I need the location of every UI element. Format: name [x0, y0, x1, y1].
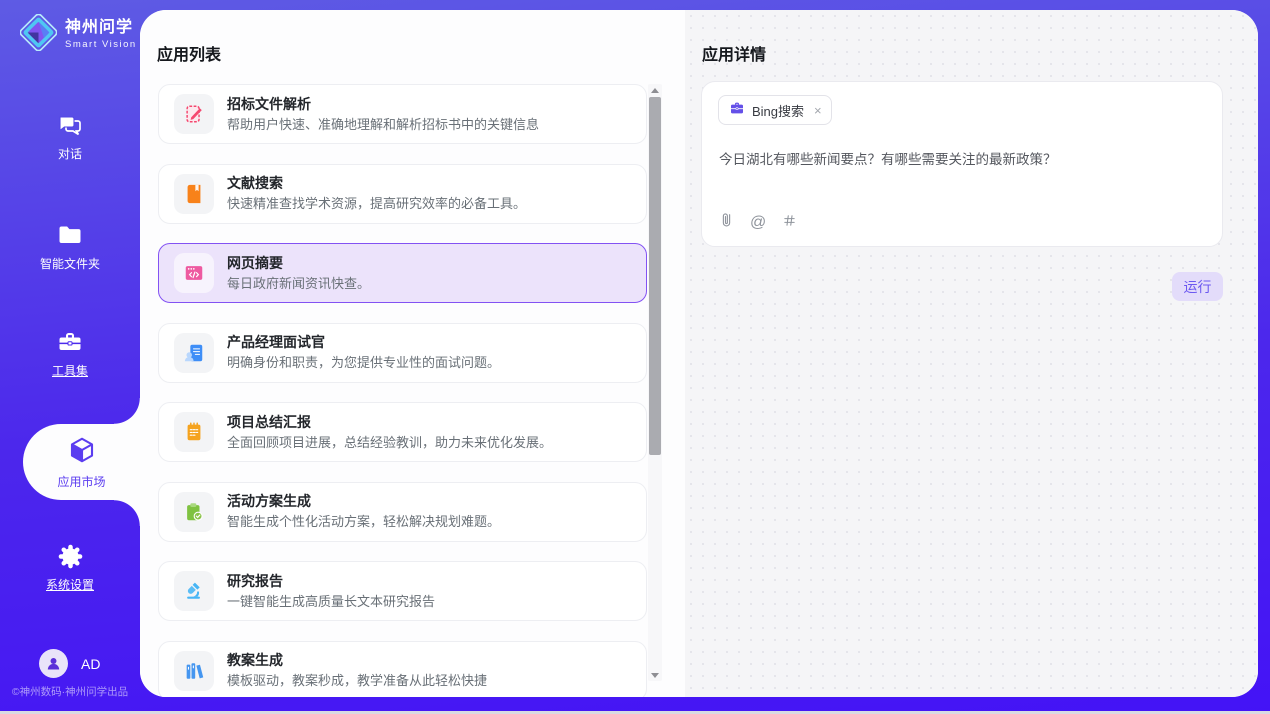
- app-name: 产品经理面试官: [227, 334, 500, 351]
- app-name: 研究报告: [227, 573, 435, 590]
- user-name: AD: [81, 656, 100, 672]
- cube-icon: [67, 435, 97, 468]
- toolbox-icon: [56, 328, 84, 359]
- attachment-icon[interactable]: [719, 211, 734, 234]
- app-name: 教案生成: [227, 652, 487, 669]
- book-icon: [174, 174, 214, 214]
- app-detail-panel: 应用详情 Bing搜索 × 今日湖北有哪些新闻要点？有哪些需要关注的最新政策？: [685, 10, 1258, 697]
- chat-icon: [56, 111, 84, 142]
- notepad-icon: [174, 412, 214, 452]
- folder-icon: [56, 221, 84, 252]
- app-card-pm-interviewer[interactable]: 产品经理面试官 明确身份和职责，为您提供专业性的面试问题。: [158, 323, 647, 383]
- close-icon[interactable]: ×: [814, 104, 822, 117]
- app-card-research-report[interactable]: 研究报告 一键智能生成高质量长文本研究报告: [158, 561, 647, 621]
- tool-tag-bing-search: Bing搜索 ×: [718, 95, 832, 125]
- app-name: 活动方案生成: [227, 493, 500, 510]
- page-title: 应用列表: [157, 41, 221, 65]
- sidebar-item-smart-folder[interactable]: 智能文件夹: [0, 221, 140, 270]
- run-button[interactable]: 运行: [1172, 272, 1223, 301]
- sidebar-item-label: 工具集: [52, 365, 88, 377]
- sidebar-item-label: 对话: [58, 148, 82, 160]
- tool-tag-label: Bing搜索: [752, 101, 804, 120]
- app-desc: 全面回顾项目进展，总结经验教训，助力未来优化发展。: [227, 435, 552, 451]
- sidebar-item-settings[interactable]: 系统设置: [0, 543, 140, 591]
- sidebar-item-chat[interactable]: 对话: [0, 111, 140, 160]
- brand-subtitle: Smart Vision: [65, 40, 137, 50]
- app-card-lesson-plan[interactable]: 教案生成 模板驱动，教案秒成，教学准备从此轻松快捷: [158, 641, 647, 698]
- prompt-card: Bing搜索 × 今日湖北有哪些新闻要点？有哪些需要关注的最新政策？ @: [701, 81, 1223, 247]
- list-scrollbar: [648, 84, 662, 681]
- document-pen-icon: [174, 94, 214, 134]
- app-name: 项目总结汇报: [227, 414, 552, 431]
- scroll-down-arrow-icon[interactable]: [648, 669, 662, 681]
- sidebar-item-label: 系统设置: [46, 579, 94, 591]
- sidebar-item-label: 智能文件夹: [40, 258, 100, 270]
- briefcase-icon: [729, 100, 745, 121]
- app-card-event-plan[interactable]: 活动方案生成 智能生成个性化活动方案，轻松解决规划难题。: [158, 482, 647, 542]
- diamond-logo-icon: [20, 14, 57, 56]
- active-nav-bubble: 应用市场: [23, 424, 140, 500]
- avatar: [39, 649, 68, 678]
- app-name: 文献搜索: [227, 175, 526, 192]
- sidebar-item-label: 应用市场: [57, 473, 105, 490]
- sidebar: 神州问学 Smart Vision 对话 智能文件夹: [0, 0, 140, 711]
- mention-icon[interactable]: @: [750, 215, 766, 231]
- app-desc: 智能生成个性化活动方案，轻松解决规划难题。: [227, 514, 500, 530]
- books-icon: [174, 651, 214, 691]
- main-content: 应用列表 招标文件解析 帮助用户快速、准确地理解和解析招标书中的关键信息: [140, 10, 1258, 697]
- prompt-toolbar: @: [719, 211, 797, 234]
- app-desc: 明确身份和职责，为您提供专业性的面试问题。: [227, 355, 500, 371]
- microscope-icon: [174, 571, 214, 611]
- app-card-project-report[interactable]: 项目总结汇报 全面回顾项目进展，总结经验教训，助力未来优化发展。: [158, 402, 647, 462]
- clipboard-check-icon: [174, 492, 214, 532]
- user-account[interactable]: AD: [39, 649, 100, 678]
- app-card-list: 招标文件解析 帮助用户快速、准确地理解和解析招标书中的关键信息 文献搜索 快速精…: [158, 84, 647, 697]
- app-card-literature-search[interactable]: 文献搜索 快速精准查找学术资源，提高研究效率的必备工具。: [158, 164, 647, 224]
- scrollbar-thumb[interactable]: [649, 97, 661, 455]
- app-card-bid-parse[interactable]: 招标文件解析 帮助用户快速、准确地理解和解析招标书中的关键信息: [158, 84, 647, 144]
- app-desc: 模板驱动，教案秒成，教学准备从此轻松快捷: [227, 673, 487, 689]
- browser-code-icon: [174, 253, 214, 293]
- scroll-up-arrow-icon[interactable]: [648, 84, 662, 96]
- brand-name: 神州问学: [65, 20, 137, 36]
- hash-icon[interactable]: [782, 213, 797, 233]
- app-desc: 一键智能生成高质量长文本研究报告: [227, 594, 435, 610]
- sidebar-item-toolset[interactable]: 工具集: [0, 328, 140, 377]
- app-desc: 每日政府新闻资讯快查。: [227, 276, 370, 292]
- app-desc: 帮助用户快速、准确地理解和解析招标书中的关键信息: [227, 117, 539, 133]
- copyright-footer: ©神州数码·神州问学出品: [0, 684, 140, 699]
- app-name: 网页摘要: [227, 255, 370, 272]
- gear-icon: [57, 543, 84, 573]
- app-name: 招标文件解析: [227, 96, 539, 113]
- app-desc: 快速精准查找学术资源，提高研究效率的必备工具。: [227, 196, 526, 212]
- app-card-web-summary[interactable]: 网页摘要 每日政府新闻资讯快查。: [158, 243, 647, 303]
- detail-title: 应用详情: [702, 41, 766, 65]
- person-document-icon: [174, 333, 214, 373]
- sidebar-item-app-market[interactable]: 应用市场: [23, 432, 140, 492]
- prompt-input[interactable]: 今日湖北有哪些新闻要点？有哪些需要关注的最新政策？: [719, 150, 1200, 170]
- app-list-panel: 应用列表 招标文件解析 帮助用户快速、准确地理解和解析招标书中的关键信息: [140, 10, 685, 697]
- brand-logo: 神州问学 Smart Vision: [20, 14, 137, 56]
